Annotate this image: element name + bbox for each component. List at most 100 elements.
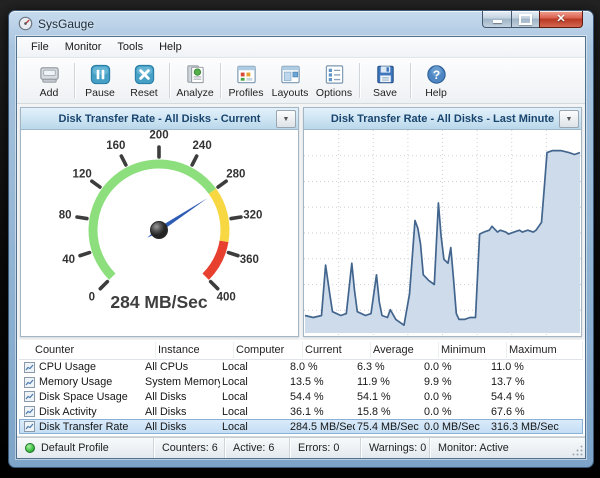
table-cell: Local	[220, 361, 288, 373]
options-button[interactable]: Options	[312, 60, 356, 101]
caption-buttons: ✕	[482, 11, 583, 28]
table-cell: 54.4 %	[489, 391, 583, 403]
add-button[interactable]: Add	[27, 60, 71, 101]
chart-panel-dropdown-button[interactable]: ▼	[559, 110, 579, 128]
svg-text:200: 200	[149, 130, 168, 142]
close-icon: ✕	[556, 12, 565, 26]
pause-button[interactable]: Pause	[78, 60, 122, 101]
table-row[interactable]: Memory UsageSystem MemoryLocal13.5 %11.9…	[19, 375, 583, 390]
table-cell: 6.3 %	[355, 361, 422, 373]
column-header-current[interactable]: Current	[303, 342, 371, 358]
disk-transfer-gauge: 04080120160200240280320360400284 MB/Sec	[21, 130, 298, 336]
column-header-instance[interactable]: Instance	[156, 342, 234, 358]
tool-label: Analyze	[176, 87, 213, 99]
menu-file[interactable]: File	[23, 39, 57, 55]
tool-label: Pause	[85, 87, 115, 99]
menu-monitor[interactable]: Monitor	[57, 39, 110, 55]
reset-button[interactable]: Reset	[122, 60, 166, 101]
table-body: CPU UsageAll CPUsLocal8.0 %6.3 %0.0 %11.…	[19, 360, 583, 437]
desktop: { "window": { "title": "SysGauge", "capt…	[0, 0, 600, 478]
status-warnings: Warnings: 0	[361, 438, 430, 458]
status-profile-label: Default Profile	[41, 442, 109, 454]
table-cell: 284.5 MB/Sec	[288, 421, 355, 433]
chart-panel-body	[304, 130, 581, 336]
toolbar-separator	[74, 63, 75, 98]
table-cell: 75.4 MB/Sec	[355, 421, 422, 433]
counter-chart-icon	[19, 362, 37, 373]
svg-text:40: 40	[62, 254, 75, 266]
svg-text:80: 80	[59, 210, 72, 222]
table-cell: 67.6 %	[489, 406, 583, 418]
options-icon	[323, 63, 346, 86]
table-cell: 15.8 %	[355, 406, 422, 418]
resize-grip[interactable]	[571, 444, 584, 457]
counter-chart-icon	[19, 406, 37, 417]
table-cell: 316.3 MB/Sec	[489, 421, 583, 433]
gauge-panel-body: 04080120160200240280320360400284 MB/Sec	[21, 130, 298, 336]
column-header-maximum[interactable]: Maximum	[507, 342, 583, 358]
status-active: Active: 6	[225, 438, 290, 458]
tool-label: Help	[425, 87, 447, 99]
save-button[interactable]: Save	[363, 60, 407, 101]
table-cell: 0.0 %	[422, 406, 489, 418]
reset-icon	[133, 63, 156, 86]
table-cell: 0.0 %	[422, 361, 489, 373]
gauge-panel-header: Disk Transfer Rate - All Disks - Current…	[21, 108, 298, 130]
chevron-down-icon: ▼	[283, 116, 290, 123]
status-counters: Counters: 6	[154, 438, 225, 458]
chart-panel-title: Disk Transfer Rate - All Disks - Last Mi…	[331, 113, 554, 125]
save-icon	[374, 63, 397, 86]
toolbar-separator	[359, 63, 360, 98]
gauge-panel-title: Disk Transfer Rate - All Disks - Current	[59, 113, 261, 125]
table-cell: 13.5 %	[288, 376, 355, 388]
svg-text:320: 320	[243, 210, 262, 222]
toolbar-separator	[410, 63, 411, 98]
table-cell: All Disks	[143, 391, 220, 403]
table-cell: Disk Space Usage	[37, 391, 143, 403]
table-row[interactable]: CPU UsageAll CPUsLocal8.0 %6.3 %0.0 %11.…	[19, 360, 583, 375]
column-header-counter[interactable]: Counter	[19, 342, 156, 358]
status-profile: Default Profile	[17, 438, 154, 458]
window-content: File Monitor Tools Help Add	[16, 36, 586, 459]
table-cell: All CPUs	[143, 361, 220, 373]
table-cell: All Disks	[143, 406, 220, 418]
gauge-panel-dropdown-button[interactable]: ▼	[276, 110, 296, 128]
table-cell: Local	[220, 391, 288, 403]
column-header-average[interactable]: Average	[371, 342, 439, 358]
layouts-icon	[279, 63, 302, 86]
table-cell: System Memory	[143, 376, 220, 388]
table-cell: 9.9 %	[422, 376, 489, 388]
chevron-down-icon: ▼	[566, 116, 573, 123]
column-header-minimum[interactable]: Minimum	[439, 342, 507, 358]
panels-area: Disk Transfer Rate - All Disks - Current…	[17, 104, 585, 340]
table-row[interactable]: Disk Transfer RateAll DisksLocal284.5 MB…	[19, 419, 583, 434]
layouts-button[interactable]: Layouts	[268, 60, 312, 101]
monitor-active-icon	[25, 443, 35, 453]
table-cell: 8.0 %	[288, 361, 355, 373]
svg-text:284 MB/Sec: 284 MB/Sec	[110, 292, 208, 312]
menu-tools[interactable]: Tools	[109, 39, 151, 55]
svg-text:280: 280	[226, 169, 245, 181]
table-row[interactable]: Disk Space UsageAll DisksLocal 54.4 % 54.1…	[19, 390, 583, 405]
menu-help[interactable]: Help	[151, 39, 190, 55]
svg-text:240: 240	[193, 140, 212, 152]
profiles-button[interactable]: Profiles	[224, 60, 268, 101]
column-header-computer[interactable]: Computer	[234, 342, 303, 358]
table-cell: CPU Usage	[37, 361, 143, 373]
counter-chart-icon	[19, 391, 37, 402]
analyze-button[interactable]: Analyze	[173, 60, 217, 101]
table-cell: 11.0 %	[489, 361, 583, 373]
counter-chart-icon	[19, 421, 37, 432]
maximize-button[interactable]	[511, 11, 539, 28]
title-bar[interactable]: SysGauge ✕	[9, 11, 593, 36]
tool-label: Save	[373, 87, 397, 99]
tool-label: Layouts	[272, 87, 309, 99]
table-cell: 54.1 %	[355, 391, 422, 403]
table-cell: 13.7 %	[489, 376, 583, 388]
minimize-button[interactable]	[482, 11, 511, 28]
close-button[interactable]: ✕	[539, 11, 583, 28]
help-button[interactable]: ? Help	[414, 60, 458, 101]
table-cell: Memory Usage	[37, 376, 143, 388]
gauge-panel: Disk Transfer Rate - All Disks - Current…	[20, 107, 299, 337]
table-row[interactable]: Disk ActivityAll DisksLocal36.1 %15.8 %0…	[19, 404, 583, 419]
